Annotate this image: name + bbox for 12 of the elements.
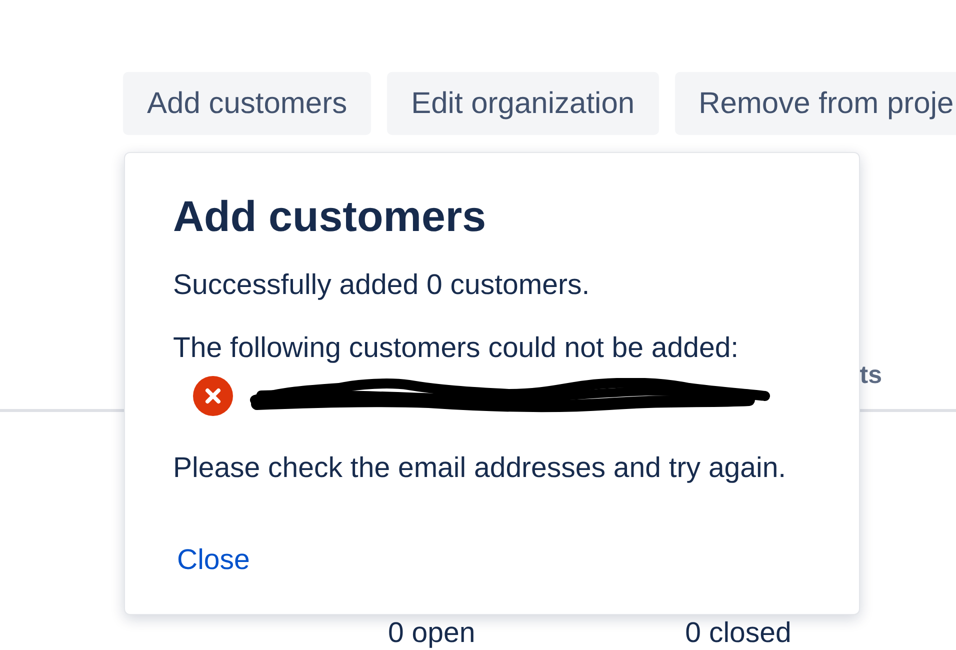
toolbar-button[interactable]: Add customers xyxy=(123,72,372,135)
toolbar-button[interactable]: Remove from proje xyxy=(674,72,956,135)
count-label: 0 closed xyxy=(685,618,792,648)
dialog-title: Add customers xyxy=(173,192,486,242)
tab-label[interactable]: ts xyxy=(860,361,882,389)
success-message: Successfully added 0 customers. xyxy=(173,268,590,302)
count-label: 0 open xyxy=(388,618,476,648)
hint-message: Please check the email addresses and try again. xyxy=(173,451,786,485)
toolbar-button[interactable]: Edit organization xyxy=(387,72,659,135)
failure-heading: The following customers could not be added: xyxy=(173,331,739,365)
close-link[interactable]: Close xyxy=(177,543,250,577)
error-icon xyxy=(193,376,233,416)
